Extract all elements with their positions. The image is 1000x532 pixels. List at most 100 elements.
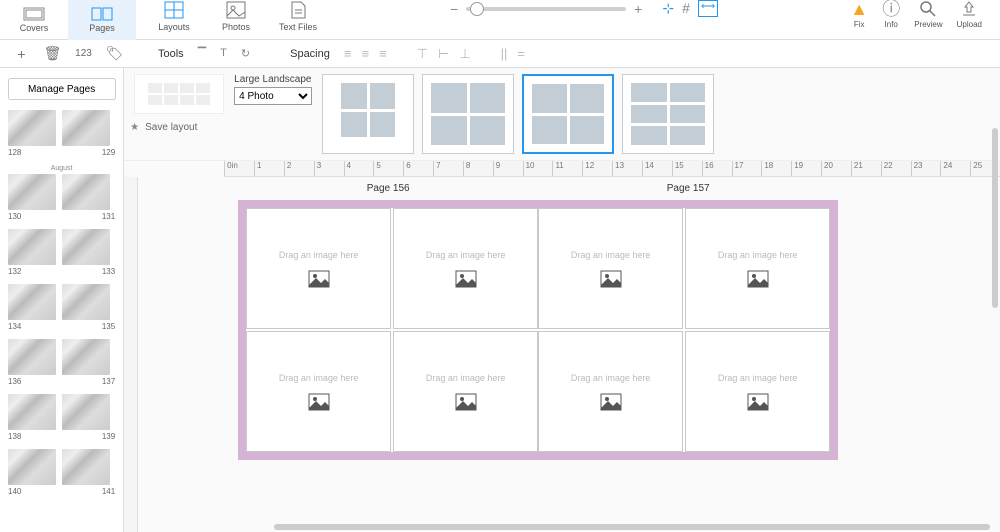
grid-guide-icon[interactable]: #	[682, 0, 690, 17]
thumb-page-numbers: 130131	[8, 212, 115, 221]
page-left[interactable]: Drag an image hereDrag an image hereDrag…	[238, 200, 538, 460]
page-left-label: Page 156	[367, 183, 410, 194]
align-center-h-icon[interactable]: ≡	[361, 46, 369, 62]
preview-button[interactable]: Preview	[914, 0, 942, 29]
search-icon	[919, 0, 937, 18]
alignment-tools: ≡ ≡ ≡ ⊤ ⊢ ⊥ || =	[344, 46, 525, 62]
tool-layouts[interactable]: Layouts	[154, 0, 194, 32]
layout-select-group: Large Landscape 4 Photo	[234, 74, 312, 105]
distribute-v-icon[interactable]: =	[517, 46, 525, 62]
align-right-icon[interactable]: ≡	[379, 46, 387, 62]
star-icon: ★	[130, 122, 139, 133]
zoom-handle[interactable]	[470, 2, 484, 16]
add-page-button[interactable]: +	[12, 46, 32, 62]
save-layout-button[interactable]: ★ Save layout	[130, 122, 224, 133]
thumb-spread[interactable]	[8, 449, 115, 485]
layout-chooser: ★ Save layout Large Landscape 4 Photo	[124, 68, 1000, 161]
align-left-icon[interactable]: ≡	[344, 46, 352, 62]
thumb-spread[interactable]	[8, 284, 115, 320]
image-placeholder-icon	[455, 270, 477, 288]
layout-count-select[interactable]: 4 Photo	[234, 87, 312, 105]
layout-option-1[interactable]	[322, 74, 414, 154]
zoom-in-button[interactable]: +	[634, 1, 642, 17]
page-count-label: 123	[74, 48, 94, 59]
textfiles-icon	[287, 0, 309, 20]
horizontal-scrollbar[interactable]	[274, 524, 990, 530]
tool-textfiles[interactable]: Text Files	[278, 0, 318, 32]
image-drop-cell[interactable]: Drag an image here	[685, 331, 830, 452]
editor-area: ★ Save layout Large Landscape 4 Photo 0i…	[124, 68, 1000, 532]
layout-option-4[interactable]	[622, 74, 714, 154]
layout-options	[322, 74, 714, 154]
info-icon: ⓘ	[882, 0, 900, 18]
dimensions-icon[interactable]: ⟷	[698, 0, 718, 17]
fix-button[interactable]: ▲ Fix	[850, 0, 868, 29]
tab-covers[interactable]: Covers	[0, 0, 68, 40]
image-drop-cell[interactable]: Drag an image here	[685, 208, 830, 329]
current-layout-preview: ★ Save layout	[134, 74, 224, 133]
pages-icon	[91, 7, 113, 21]
thumb-spread[interactable]	[8, 394, 115, 430]
image-placeholder-icon	[747, 270, 769, 288]
trim-guide-icon[interactable]: ⊹	[662, 0, 674, 17]
image-drop-cell[interactable]: Drag an image here	[393, 208, 538, 329]
refresh-tool-icon[interactable]: ↻	[241, 47, 250, 60]
page-ops: + 🗑 123 🏷	[0, 45, 136, 62]
image-placeholder-icon	[600, 393, 622, 411]
tag-icon[interactable]: 🏷	[105, 45, 125, 62]
pages-panel: Manage Pages 128129 August 130131 132133 134…	[0, 68, 124, 532]
align-bottom-icon[interactable]: ⊥	[459, 46, 470, 62]
image-tool-icon[interactable]: ▔	[198, 47, 206, 60]
image-drop-cell[interactable]: Drag an image here	[538, 331, 683, 452]
layout-option-3[interactable]	[522, 74, 614, 154]
view-tabs: Covers Pages	[0, 0, 136, 40]
image-drop-cell[interactable]: Drag an image here	[538, 208, 683, 329]
delete-page-button[interactable]: 🗑	[43, 45, 63, 62]
page-right[interactable]: Drag an image hereDrag an image hereDrag…	[538, 200, 838, 460]
tool-photos[interactable]: Photos	[216, 0, 256, 32]
tab-pages-label: Pages	[89, 23, 115, 33]
thumb-page-numbers: 138139	[8, 432, 115, 441]
image-placeholder-icon	[600, 270, 622, 288]
manage-pages-button[interactable]: Manage Pages	[8, 78, 116, 100]
thumb-page-numbers: 128129	[8, 148, 115, 157]
image-placeholder-icon	[308, 270, 330, 288]
thumb-page-numbers: 140141	[8, 487, 115, 496]
layout-option-2[interactable]	[422, 74, 514, 154]
thumb-spread[interactable]	[8, 110, 115, 146]
image-placeholder-icon	[455, 393, 477, 411]
tools-label: Tools	[158, 48, 184, 60]
top-toolbar: Covers Pages Layouts Photos Text Files −…	[0, 0, 1000, 40]
edit-tools: ▔ T ↻	[198, 47, 250, 60]
upload-icon	[960, 0, 978, 18]
thumb-spread[interactable]	[8, 174, 115, 210]
spacing-label: Spacing	[290, 48, 330, 60]
align-middle-icon[interactable]: ⊢	[438, 46, 449, 62]
image-drop-cell[interactable]: Drag an image here	[393, 331, 538, 452]
image-drop-cell[interactable]: Drag an image here	[246, 208, 391, 329]
thumb-spread[interactable]	[8, 229, 115, 265]
upload-button[interactable]: Upload	[957, 0, 982, 29]
distribute-h-icon[interactable]: ||	[501, 46, 508, 62]
thumb-spread[interactable]	[8, 339, 115, 375]
align-top-icon[interactable]: ⊤	[417, 46, 428, 62]
thumb-page-numbers: 132133	[8, 267, 115, 276]
tab-pages[interactable]: Pages	[68, 0, 136, 40]
thumb-page-numbers: 136137	[8, 377, 115, 386]
thumb-header: August	[8, 165, 115, 172]
text-tool-icon[interactable]: T	[220, 47, 227, 60]
page-right-label: Page 157	[667, 183, 710, 194]
thumb-page-numbers: 134135	[8, 322, 115, 331]
info-button[interactable]: ⓘ Info	[882, 0, 900, 29]
image-drop-cell[interactable]: Drag an image here	[246, 331, 391, 452]
ruler-vertical	[124, 177, 138, 532]
vertical-scrollbar[interactable]	[992, 128, 998, 308]
top-tool-group: Layouts Photos Text Files	[154, 0, 318, 32]
tab-covers-label: Covers	[20, 23, 49, 33]
page-thumbnails[interactable]: 128129 August 130131 132133 134135 136137 1381…	[0, 110, 123, 532]
zoom-out-button[interactable]: −	[450, 1, 458, 17]
zoom-slider[interactable]	[466, 7, 626, 11]
canvas[interactable]: 0in1234567891011121314151617181920212223…	[124, 161, 1000, 532]
guide-icons: ⊹ # ⟷	[662, 0, 718, 17]
sub-toolbar: + 🗑 123 🏷 Tools ▔ T ↻ Spacing ≡ ≡ ≡ ⊤ ⊢ …	[0, 40, 1000, 68]
